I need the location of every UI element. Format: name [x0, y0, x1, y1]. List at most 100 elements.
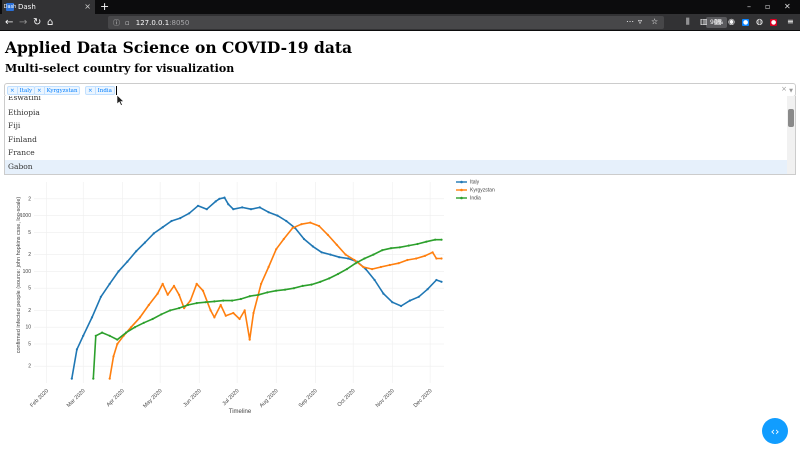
y-tick-label: 100	[23, 269, 32, 275]
data-point	[388, 263, 391, 267]
close-window-button[interactable]: ✕	[784, 2, 791, 11]
data-point	[238, 317, 241, 321]
menu-option-gabon[interactable]: Gabon	[5, 160, 789, 174]
extension-icon[interactable]: ◍	[756, 17, 763, 26]
data-point	[189, 299, 192, 302]
sidebar-icon[interactable]: ▥	[700, 17, 708, 26]
data-point	[209, 309, 212, 312]
data-point	[260, 282, 263, 285]
url-bar[interactable]: ⓘ ▫ 127.0.0.1:8050 90% ⋯ ▿ ☆	[108, 16, 728, 29]
reader-icon[interactable]: ▤	[714, 17, 722, 26]
menu-scrollbar[interactable]	[787, 96, 795, 174]
y-tick-label: 2	[28, 252, 31, 258]
data-point	[389, 247, 393, 250]
menu-icon[interactable]: ≡	[787, 17, 794, 26]
menu-option-fiji[interactable]: Fiji	[5, 119, 789, 133]
x-tick-label: Jun 2020	[182, 388, 202, 408]
ublock-icon[interactable]: ●	[770, 19, 778, 26]
data-point	[92, 377, 95, 380]
x-axis-label: Timeline	[229, 409, 252, 415]
data-point	[232, 208, 235, 211]
y-tick-label: 5	[28, 341, 31, 347]
menu-option-france[interactable]: France	[5, 146, 789, 160]
forward-icon[interactable]: →	[19, 16, 27, 29]
data-point	[257, 293, 260, 296]
data-point	[186, 303, 189, 307]
data-point	[214, 200, 217, 203]
data-point	[108, 377, 111, 380]
data-point	[126, 260, 129, 263]
maximize-button[interactable]: ▫	[765, 2, 770, 11]
new-tab-button[interactable]: +	[100, 0, 109, 13]
tab-title: Dash	[18, 3, 36, 11]
x-axis-ticks: Feb 2020 Mar 2020 Apr 2020 May 2020 Jun 2020…	[29, 388, 433, 409]
data-point	[201, 289, 205, 292]
remove-chip-icon[interactable]: ×	[8, 87, 18, 94]
x-tick-label: Apr 2020	[106, 388, 126, 408]
menu-option-finland[interactable]: Finland	[5, 133, 789, 147]
chevron-left-right-icon[interactable]: ‹›	[762, 418, 788, 444]
reload-icon[interactable]: ↻	[33, 16, 41, 29]
legend-marker	[460, 188, 463, 192]
data-point	[248, 338, 251, 341]
data-point	[169, 309, 172, 312]
data-point	[301, 284, 304, 287]
data-point	[112, 355, 115, 358]
data-point	[326, 233, 329, 236]
data-point	[195, 282, 198, 285]
data-point	[147, 303, 150, 307]
y-tick-label: 5	[28, 286, 31, 292]
data-point	[319, 280, 322, 283]
url-text[interactable]: 127.0.0.1:8050	[136, 19, 190, 27]
data-point	[170, 219, 173, 223]
home-icon[interactable]: ⌂	[47, 16, 53, 29]
data-point	[243, 309, 246, 312]
library-icon[interactable]: ⫼	[686, 17, 690, 27]
close-tab-icon[interactable]: ×	[84, 2, 91, 11]
data-point	[266, 291, 269, 294]
data-point	[218, 197, 221, 200]
clear-all-icon[interactable]: ×	[781, 85, 787, 93]
data-point	[408, 299, 411, 302]
remove-chip-icon[interactable]: ×	[86, 87, 96, 94]
data-point	[188, 212, 191, 215]
data-point	[108, 334, 111, 337]
data-point	[204, 301, 207, 304]
data-point	[371, 268, 374, 271]
dropdown-arrow-icon[interactable]: ▼	[789, 88, 793, 94]
data-point	[116, 338, 119, 341]
data-point	[213, 300, 216, 303]
y-tick-label: 10	[25, 325, 31, 331]
extension-blue-icon[interactable]: ●	[742, 19, 750, 26]
legend-marker	[460, 180, 463, 184]
x-tick-label: Feb 2020	[29, 388, 50, 409]
data-point	[156, 292, 159, 295]
data-point	[239, 297, 242, 301]
data-point	[117, 270, 120, 273]
browser-toolbar: ← → ↻ ⌂ ⓘ ▫ 127.0.0.1:8050 90% ⋯ ▿ ☆ ⫼ ▥…	[0, 14, 800, 31]
menu-option-ethiopia[interactable]: Ethiopia	[5, 106, 789, 120]
data-point	[391, 301, 394, 304]
x-tick-label: Sep 2020	[298, 388, 319, 409]
legend-marker	[460, 196, 463, 200]
data-point	[424, 254, 427, 257]
data-point	[431, 251, 434, 254]
data-point	[232, 311, 235, 315]
data-point	[382, 292, 385, 295]
data-point	[440, 280, 443, 283]
info-icon[interactable]: ⓘ	[113, 18, 120, 28]
data-point	[116, 342, 119, 346]
back-icon[interactable]: ←	[5, 16, 13, 29]
text-cursor	[116, 86, 117, 95]
menu-scrollbar-thumb[interactable]	[788, 109, 794, 127]
data-point	[282, 237, 285, 241]
data-point	[94, 334, 97, 337]
page-actions-icon[interactable]: ⋯	[626, 17, 634, 26]
account-icon[interactable]: ◉	[728, 17, 735, 26]
browser-tab[interactable]: Dash Dash ×	[2, 0, 95, 14]
x-tick-label: Jul 2020	[222, 388, 241, 407]
bookmark-star-icon[interactable]: ☆	[651, 17, 658, 26]
pocket-icon[interactable]: ▿	[638, 17, 642, 26]
remove-chip-icon[interactable]: ×	[35, 87, 45, 94]
minimize-button[interactable]: –	[747, 2, 751, 11]
